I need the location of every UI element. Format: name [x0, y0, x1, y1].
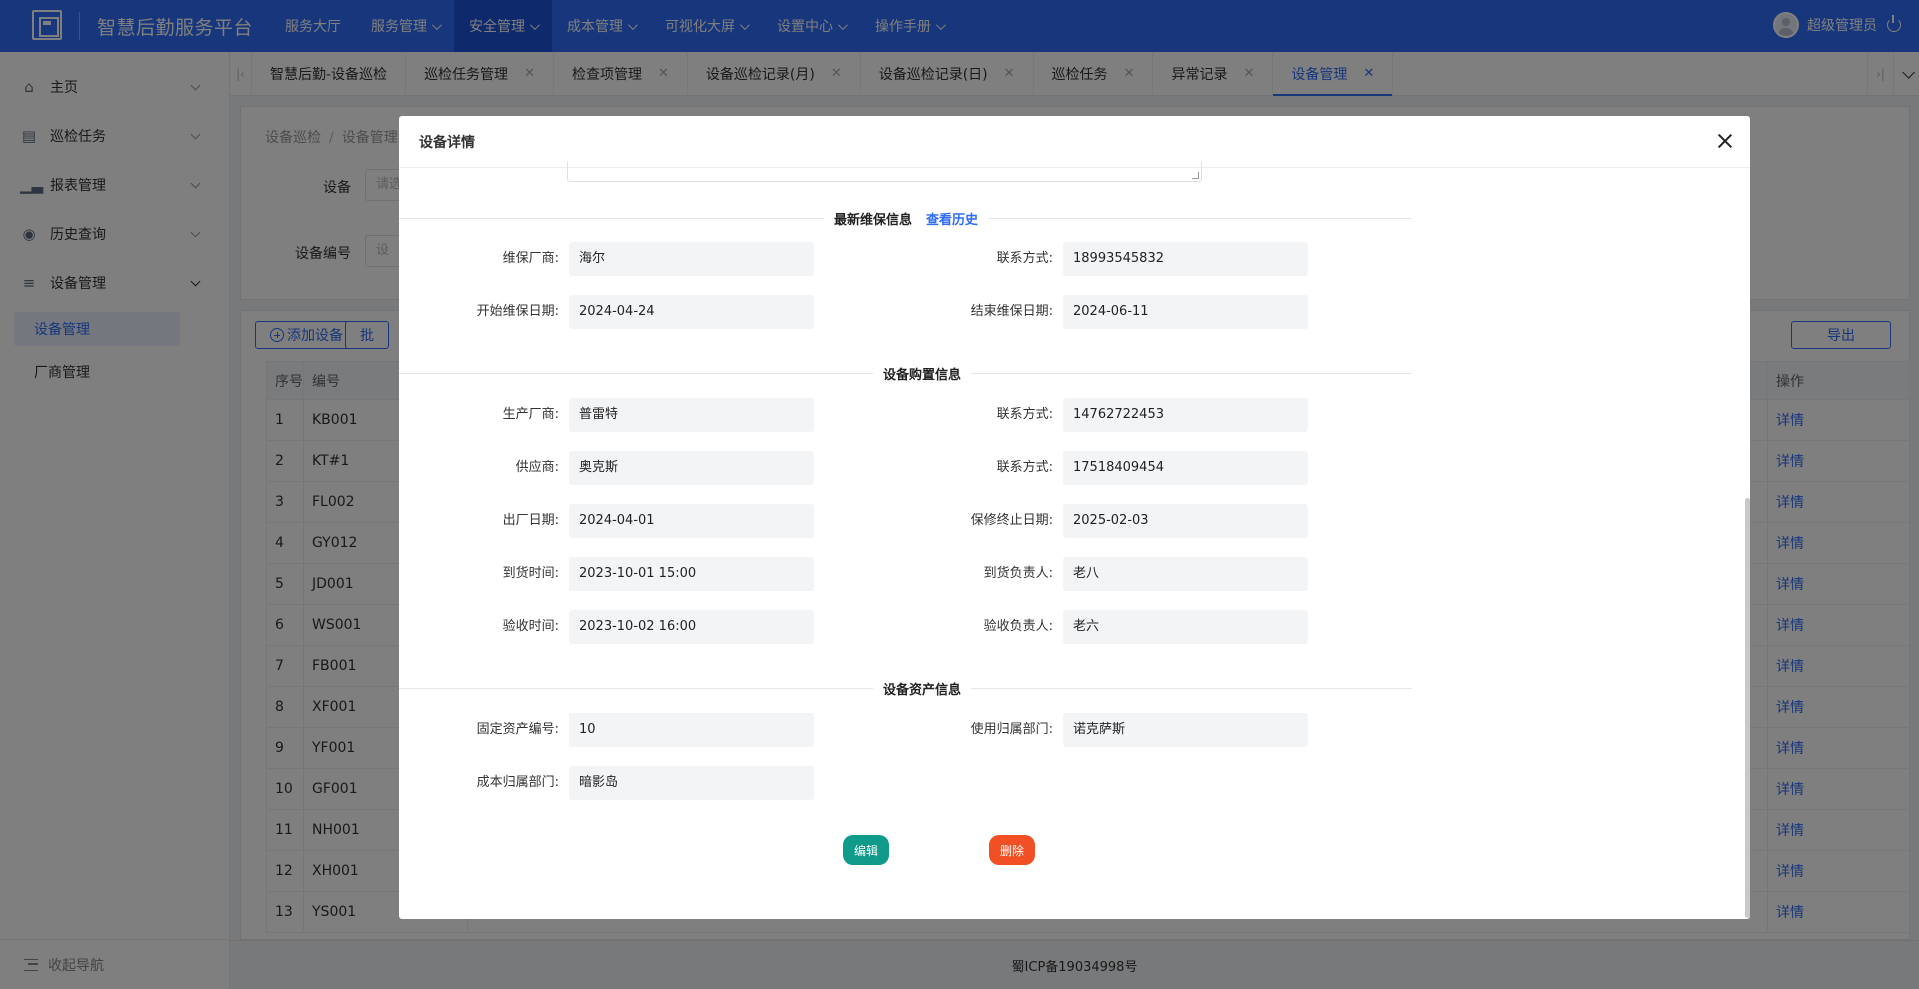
- maintenance-end-label: 结束维保日期:: [970, 304, 1053, 319]
- use-dept-label: 使用归属部门:: [970, 722, 1053, 737]
- supplier-contact-value: 17518409454: [1063, 451, 1308, 485]
- manufacturer-label: 生产厂商:: [502, 407, 559, 422]
- supplier-contact-label: 联系方式:: [996, 460, 1053, 475]
- modal-title: 设备详情: [419, 134, 475, 151]
- manufacturer-contact-label: 联系方式:: [996, 407, 1053, 422]
- acceptance-time-label: 验收时间:: [502, 619, 559, 634]
- device-detail-modal: 设备详情 最新维保信息 查看历史 维保厂商: 海尔 联系方式: 189935458…: [399, 116, 1750, 919]
- asset-no-label: 固定资产编号:: [476, 722, 559, 737]
- purchase-section-title: 设备购置信息: [399, 363, 1412, 383]
- manufacturer-value: 普雷特: [569, 398, 814, 432]
- maintenance-section-title: 最新维保信息 查看历史: [399, 208, 1412, 228]
- warranty-end-value: 2025-02-03: [1063, 504, 1308, 538]
- modal-body: 最新维保信息 查看历史 维保厂商: 海尔 联系方式: 18993545832 开始…: [399, 162, 1750, 919]
- asset-section-title: 设备资产信息: [399, 678, 1412, 698]
- remark-textarea[interactable]: [567, 162, 1202, 182]
- section-title: 设备资产信息: [883, 682, 962, 698]
- warranty-end-label: 保修终止日期:: [970, 513, 1053, 528]
- factory-date-value: 2024-04-01: [569, 504, 814, 538]
- maintenance-start-label: 开始维保日期:: [476, 304, 559, 319]
- arrival-person-value: 老八: [1063, 557, 1308, 591]
- supplier-value: 奥克斯: [569, 451, 814, 485]
- delete-button[interactable]: 删除: [989, 835, 1035, 865]
- modal-scrollbar[interactable]: [1745, 498, 1750, 918]
- acceptance-time-value: 2023-10-02 16:00: [569, 610, 814, 644]
- use-dept-value: 诺克萨斯: [1063, 713, 1308, 747]
- view-history-link[interactable]: 查看历史: [926, 209, 978, 228]
- acceptance-person-value: 老六: [1063, 610, 1308, 644]
- cost-dept-value: 暗影岛: [569, 766, 814, 800]
- manufacturer-contact-value: 14762722453: [1063, 398, 1308, 432]
- arrival-person-label: 到货负责人:: [983, 566, 1053, 581]
- factory-date-label: 出厂日期:: [502, 513, 559, 528]
- close-icon[interactable]: [1716, 132, 1734, 150]
- arrival-time-label: 到货时间:: [502, 566, 559, 581]
- maintenance-end-value: 2024-06-11: [1063, 295, 1308, 329]
- cost-dept-label: 成本归属部门:: [476, 775, 559, 790]
- section-title: 设备购置信息: [883, 367, 962, 383]
- modal-header: 设备详情: [399, 116, 1750, 168]
- maintenance-vendor-value: 海尔: [569, 242, 814, 276]
- arrival-time-value: 2023-10-01 15:00: [569, 557, 814, 591]
- maintenance-contact-value: 18993545832: [1063, 242, 1308, 276]
- section-title: 最新维保信息: [834, 212, 913, 228]
- maintenance-contact-label: 联系方式:: [996, 251, 1053, 266]
- acceptance-person-label: 验收负责人:: [983, 619, 1053, 634]
- edit-button[interactable]: 编辑: [843, 835, 889, 865]
- maintenance-start-value: 2024-04-24: [569, 295, 814, 329]
- asset-no-value: 10: [569, 713, 814, 747]
- supplier-label: 供应商:: [515, 460, 559, 475]
- maintenance-vendor-label: 维保厂商:: [502, 251, 559, 266]
